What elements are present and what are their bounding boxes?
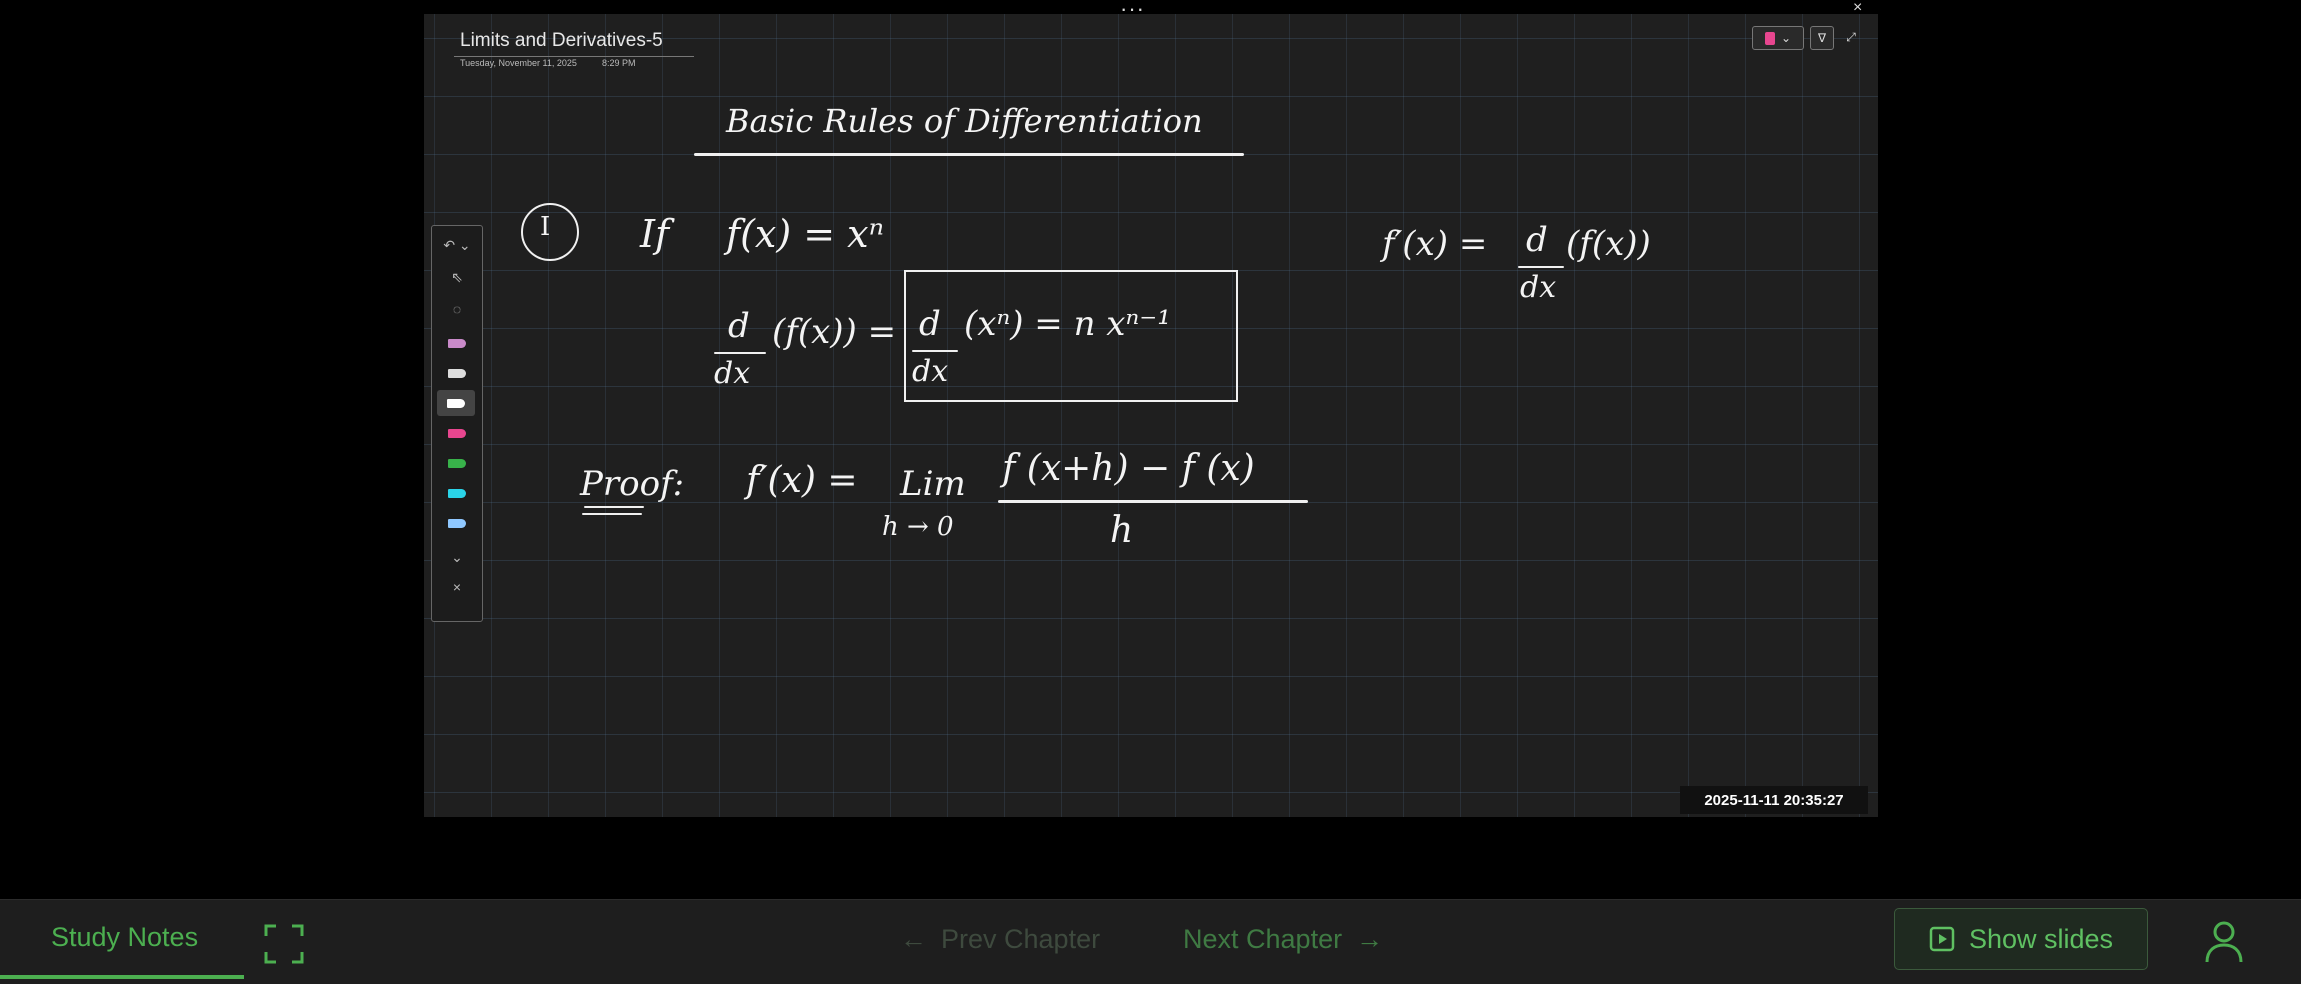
boxed-rhs: (xⁿ) = n xⁿ⁻¹ — [964, 304, 1171, 344]
side-rhs: (f(x)) — [1566, 224, 1651, 264]
difference-quotient-bar — [998, 500, 1308, 503]
undo-icon[interactable]: ↶ ⌄ — [432, 232, 482, 258]
study-notes-tab[interactable]: Study Notes — [51, 922, 198, 953]
arrow-right-icon: → — [1356, 924, 1384, 954]
side-ddx-numerator: d — [1526, 220, 1548, 260]
close-palette-icon[interactable]: × — [432, 574, 482, 600]
heading-underline — [694, 153, 1244, 156]
next-chapter-label: Next Chapter — [1183, 924, 1343, 954]
bottom-bar: Study Notes ← Prev Chapter Next Chapter … — [0, 899, 2301, 984]
next-chapter-button[interactable]: Next Chapter → — [1183, 924, 1383, 955]
of-fx-equals: (f(x)) = — [772, 312, 897, 352]
lim-text: Lim — [900, 464, 966, 504]
lim-subscript: h → 0 — [882, 512, 954, 542]
proof-underline-2 — [582, 513, 642, 515]
proof-label: Proof: — [580, 464, 685, 504]
chevron-down-icon[interactable]: ⌄ — [432, 544, 482, 570]
whiteboard-frame: Limits and Derivatives-5 Tuesday, Novemb… — [424, 14, 1878, 817]
pen-cyan-icon[interactable] — [432, 480, 482, 506]
show-slides-label: Show slides — [1968, 923, 2114, 954]
recording-timestamp: 2025-11-11 20:35:27 — [1680, 786, 1868, 814]
side-lhs: f′(x) = — [1382, 224, 1488, 264]
fx-equals-xn: f(x) = xⁿ — [726, 212, 884, 256]
note-controls: ⌄ ∇ ⤢ — [1752, 26, 1862, 50]
difference-quotient-numerator: f (x+h) − f (x) — [1002, 448, 1255, 489]
title-rule — [454, 56, 694, 57]
pen-pink-icon[interactable] — [432, 420, 482, 446]
user-icon[interactable] — [2204, 920, 2244, 964]
pen-blue-icon[interactable] — [432, 510, 482, 536]
pen-white-icon[interactable] — [437, 390, 475, 416]
lasso-icon[interactable]: ◌ — [432, 296, 482, 322]
proof-lhs: f′(x) = — [746, 460, 858, 501]
highlighter-pink-icon[interactable] — [432, 330, 482, 356]
rule-number: I — [540, 212, 551, 242]
expand-icon[interactable]: ⤢ — [1840, 26, 1862, 48]
side-fraction-bar — [1518, 266, 1564, 268]
page-date: Tuesday, November 11, 2025 — [460, 58, 577, 68]
play-slides-icon — [1929, 926, 1955, 952]
box-ddx-denominator: dx — [912, 354, 949, 389]
prev-chapter-label: Prev Chapter — [941, 924, 1101, 954]
if-text: If — [640, 212, 670, 256]
select-icon[interactable]: ⇖ — [432, 264, 482, 290]
heading-text: Basic Rules of Differentiation — [726, 102, 1203, 140]
page-title: Limits and Derivatives-5 — [460, 30, 663, 51]
pen-color-dropdown[interactable]: ⌄ — [1752, 26, 1804, 50]
box-ddx-numerator: d — [919, 304, 941, 344]
show-slides-button[interactable]: Show slides — [1894, 908, 2148, 970]
prev-chapter-button[interactable]: ← Prev Chapter — [900, 924, 1100, 955]
arrow-left-icon: ← — [900, 924, 927, 954]
study-notes-active-indicator — [0, 975, 244, 979]
page-time: 8:29 PM — [602, 58, 636, 68]
ddx-fraction-bar — [714, 352, 766, 354]
chevron-down-icon: ⌄ — [1780, 31, 1792, 45]
box-ddx-fraction-bar — [912, 350, 958, 352]
pen-color-swatch-icon — [1764, 31, 1775, 45]
drawing-tool-palette: ↶ ⌄ ⇖ ◌ ⌄ × — [431, 225, 483, 622]
ddx-numerator: d — [728, 306, 750, 346]
filter-icon[interactable]: ∇ — [1810, 26, 1834, 50]
proof-underline-1 — [584, 506, 644, 508]
ddx-denominator: dx — [714, 356, 751, 391]
fullscreen-icon[interactable] — [264, 924, 304, 964]
side-ddx-denominator: dx — [1520, 270, 1557, 305]
difference-quotient-denominator: h — [1110, 510, 1134, 551]
eraser-icon[interactable] — [432, 360, 482, 386]
pen-green-icon[interactable] — [432, 450, 482, 476]
video-top-strip — [424, 0, 1878, 14]
